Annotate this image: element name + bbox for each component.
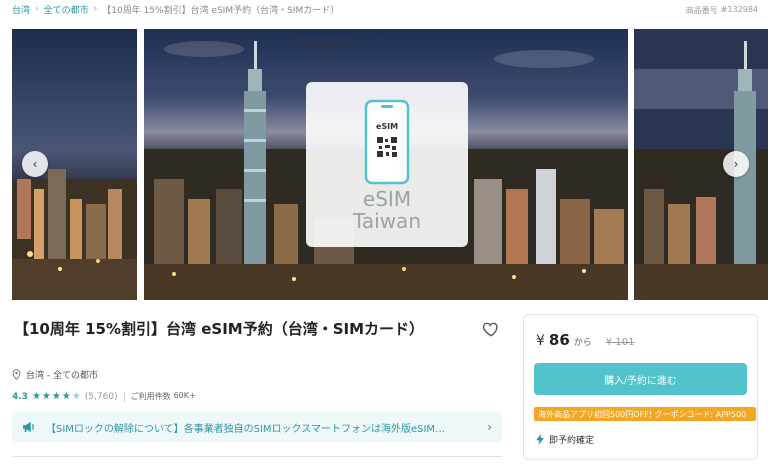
- coupon-banner: 海外商品アプリ初回500円OFF! クーポンコード: APP500: [534, 407, 756, 421]
- carousel-prev-button[interactable]: ‹: [22, 151, 48, 177]
- location-text: 台湾 - 全ての都市: [26, 371, 98, 381]
- rating-stars: ★ ★ ★ ★ ★: [31, 390, 81, 402]
- esim-country: Taiwan: [352, 209, 421, 233]
- breadcrumb-all-cities[interactable]: 全ての都市: [44, 3, 89, 16]
- usage-label: ご利用件数: [130, 392, 171, 401]
- rating-row: 4.3 ★ ★ ★ ★ ★ (5,760) ご利用件数 60K+: [12, 391, 196, 402]
- product-number: 商品番号 #132984: [686, 5, 758, 16]
- breadcrumb-current: 【10周年 15%割引】台湾 eSIM予約（台湾・SIMカード）: [102, 5, 340, 16]
- instant-confirmation: 即予約確定: [536, 433, 594, 446]
- title-row: 【10周年 15%割引】台湾 eSIM予約（台湾・SIMカード）: [14, 318, 500, 339]
- carousel-slide-current[interactable]: eSIM eSIM Taiwan: [144, 29, 628, 300]
- booking-panel: ¥ 86 から ¥ 101 購入/予約に進む 海外商品アプリ初回500円OFF!…: [523, 314, 758, 460]
- esim-title: eSIM: [362, 187, 412, 211]
- star-icon: ★: [61, 390, 71, 402]
- star-icon: ★: [31, 390, 41, 402]
- star-icon: ★: [41, 390, 51, 402]
- breadcrumb-taiwan[interactable]: 台湾: [12, 3, 30, 16]
- location-pin-icon: [12, 369, 21, 380]
- product-number-label: 商品番号: [685, 6, 718, 15]
- star-icon: ★: [51, 390, 61, 402]
- divider: [12, 456, 502, 457]
- phone-esim-label: eSIM: [376, 122, 398, 131]
- image-carousel: eSIM eSIM Taiwan ‹ ›: [12, 29, 768, 300]
- notice-text: 【SIMロックの解除について】各事業者独自のSIMロックスマートフォンは海外版e…: [46, 423, 446, 435]
- chevron-right-icon: ›: [487, 420, 492, 434]
- star-icon: ★: [71, 390, 81, 402]
- review-count[interactable]: (5,760): [85, 392, 118, 402]
- rating-score: 4.3: [12, 391, 28, 402]
- location: 台湾 - 全ての都市: [12, 368, 98, 381]
- page-title: 【10周年 15%割引】台湾 eSIM予約（台湾・SIMカード）: [14, 320, 425, 338]
- esim-card: eSIM eSIM Taiwan: [306, 82, 468, 247]
- usage-count: ご利用件数 60K+: [131, 391, 196, 402]
- divider: [123, 391, 125, 402]
- price-row: ¥ 86 から ¥ 101: [536, 331, 634, 349]
- carousel-next-button[interactable]: ›: [723, 151, 749, 177]
- lightning-icon: [536, 434, 544, 445]
- breadcrumb: 台湾 › 全ての都市 › 【10周年 15%割引】台湾 eSIM予約（台湾・SI…: [12, 2, 339, 16]
- notice-banner[interactable]: 【SIMロックの解除について】各事業者独自のSIMロックスマートフォンは海外版e…: [12, 412, 502, 442]
- usage-value: 60K+: [173, 391, 196, 400]
- chevron-right-icon: ›: [93, 4, 98, 14]
- smartphone-icon: eSIM: [364, 99, 410, 185]
- product-number-value: #132984: [720, 5, 758, 14]
- chevron-left-icon: ‹: [32, 157, 38, 171]
- price-from: から: [573, 338, 592, 348]
- megaphone-icon: [23, 421, 34, 433]
- chevron-right-icon: ›: [733, 157, 739, 171]
- instant-confirmation-label: 即予約確定: [549, 436, 595, 446]
- currency-symbol: ¥: [536, 333, 545, 349]
- price: 86: [548, 331, 570, 349]
- heart-icon[interactable]: [482, 320, 500, 338]
- original-price: ¥ 101: [605, 337, 635, 348]
- buy-button[interactable]: 購入/予約に進む: [534, 363, 747, 395]
- chevron-right-icon: ›: [35, 4, 39, 14]
